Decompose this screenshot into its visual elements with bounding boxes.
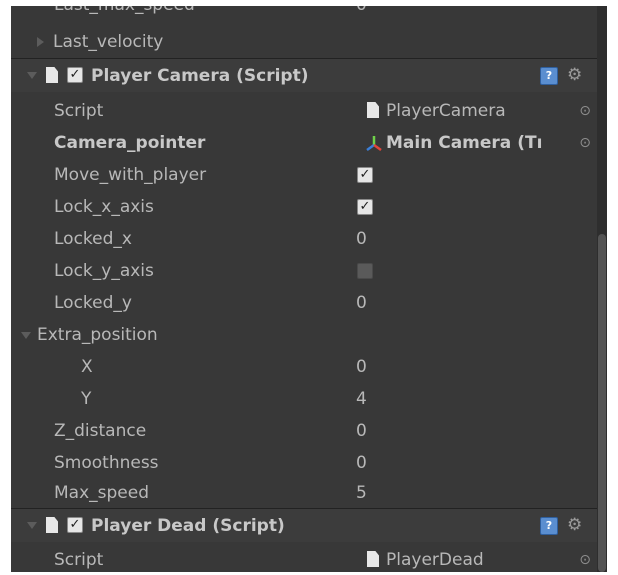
script-file-icon xyxy=(367,551,379,567)
script-file-icon xyxy=(46,517,58,533)
field-label: Z_distance xyxy=(54,421,147,441)
fold-arrow-right-icon[interactable] xyxy=(37,37,44,47)
vertical-scrollbar[interactable] xyxy=(597,6,607,572)
fold-arrow-down-icon[interactable] xyxy=(21,332,31,339)
field-move-with-player: Move_with_player ✓ xyxy=(11,159,597,191)
field-label: Lock_x_axis xyxy=(54,197,154,217)
field-label: Locked_x xyxy=(54,229,132,249)
lock-x-axis-checkbox[interactable]: ✓ xyxy=(357,199,373,215)
inspector-panel: Last_max_speed 0 Last_velocity ✓ Player … xyxy=(11,6,607,572)
transform-axis-icon xyxy=(366,136,382,152)
field-label: Locked_y xyxy=(54,293,132,313)
lock-y-axis-checkbox[interactable] xyxy=(357,263,373,279)
component-header-player-camera[interactable]: ✓ Player Camera (Script) ? ⚙ xyxy=(11,58,597,92)
move-with-player-checkbox[interactable]: ✓ xyxy=(357,167,373,183)
object-picker-target-icon[interactable]: ⊙ xyxy=(579,544,591,572)
component-header-player-dead[interactable]: ✓ Player Dead (Script) ? ⚙ xyxy=(11,508,597,542)
field-label: Max_speed xyxy=(54,483,150,503)
gear-icon[interactable]: ⚙ xyxy=(567,59,582,91)
z-distance-input[interactable]: 0 xyxy=(356,415,367,447)
field-label: Script xyxy=(54,550,104,570)
field-lock-y-axis: Lock_y_axis xyxy=(11,255,597,287)
component-title: Player Dead (Script) xyxy=(91,516,285,536)
field-lock-x-axis: Lock_x_axis ✓ xyxy=(11,191,597,223)
field-label: X xyxy=(81,357,93,377)
smoothness-input[interactable]: 0 xyxy=(356,447,367,479)
field-smoothness: Smoothness 0 xyxy=(11,447,597,479)
field-extra-position-y: Y 4 xyxy=(11,383,597,415)
locked-x-input[interactable]: 0 xyxy=(356,223,367,255)
scrollbar-thumb[interactable] xyxy=(598,234,606,572)
help-book-icon[interactable]: ? xyxy=(540,67,558,85)
script-file-icon xyxy=(367,102,379,118)
field-label: Extra_position xyxy=(37,325,158,345)
component-enabled-checkbox[interactable]: ✓ xyxy=(67,67,83,83)
field-label: Script xyxy=(54,101,104,121)
extra-position-x-input[interactable]: 0 xyxy=(356,351,367,383)
field-max-speed: Max_speed 5 xyxy=(11,477,597,509)
fold-arrow-down-icon[interactable] xyxy=(27,72,37,79)
field-label: Y xyxy=(81,389,92,409)
field-script: Script PlayerCamera ⊙ xyxy=(11,95,597,127)
max-speed-input[interactable]: 5 xyxy=(356,477,367,509)
component-title: Player Camera (Script) xyxy=(91,66,309,86)
field-last-max-speed: Last_max_speed 0 xyxy=(11,6,597,21)
object-picker-target-icon[interactable]: ⊙ xyxy=(579,95,591,127)
field-extra-position[interactable]: Extra_position xyxy=(11,319,597,351)
object-picker-target-icon[interactable]: ⊙ xyxy=(579,127,591,159)
field-script: Script PlayerDead ⊙ xyxy=(11,544,597,572)
extra-position-y-input[interactable]: 4 xyxy=(356,383,367,415)
field-label: Smoothness xyxy=(54,453,159,473)
field-value[interactable]: 0 xyxy=(356,6,367,21)
field-locked-y: Locked_y 0 xyxy=(11,287,597,319)
script-file-icon xyxy=(46,67,58,83)
field-z-distance: Z_distance 0 xyxy=(11,415,597,447)
help-book-icon[interactable]: ? xyxy=(540,517,558,535)
field-locked-x: Locked_x 0 xyxy=(11,223,597,255)
fold-arrow-down-icon[interactable] xyxy=(27,522,37,529)
script-object-field[interactable]: PlayerDead xyxy=(386,544,484,572)
field-extra-position-x: X 0 xyxy=(11,351,597,383)
locked-y-input[interactable]: 0 xyxy=(356,287,367,319)
field-label: Last_max_speed xyxy=(54,6,195,21)
field-label: Move_with_player xyxy=(54,165,207,185)
gear-icon[interactable]: ⚙ xyxy=(567,509,582,541)
field-camera-pointer: Camera_pointer Main Camera (Tı ⊙ xyxy=(11,127,597,159)
component-enabled-checkbox[interactable]: ✓ xyxy=(67,517,83,533)
script-object-field[interactable]: PlayerCamera xyxy=(386,95,506,127)
field-label: Last_velocity xyxy=(53,32,164,52)
field-label: Camera_pointer xyxy=(54,133,206,153)
field-last-velocity[interactable]: Last_velocity xyxy=(11,26,597,58)
field-label: Lock_y_axis xyxy=(54,261,154,281)
camera-object-field[interactable]: Main Camera (Tı xyxy=(386,127,542,159)
